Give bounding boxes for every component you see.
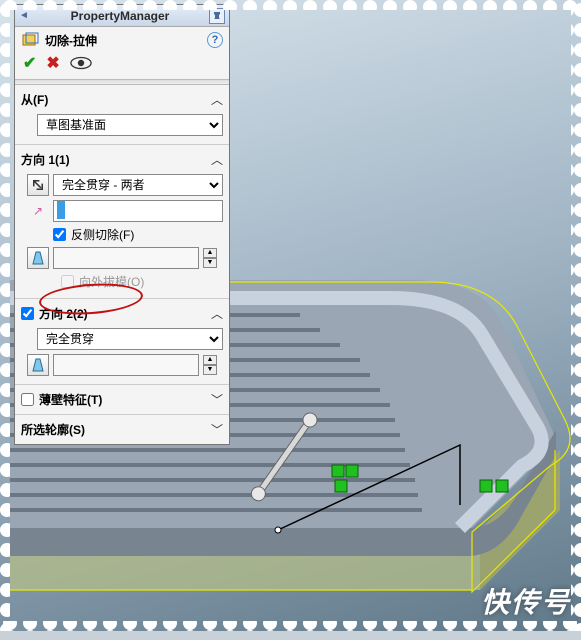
watermark-text: 快传号 (481, 581, 571, 621)
thin-feature-section: 薄壁特征(T) ﹀ (15, 385, 229, 415)
draft-button[interactable] (27, 247, 49, 269)
draft2-spinner[interactable]: ▲▼ (203, 355, 217, 375)
chevron-down-icon: ﹀ (211, 421, 223, 438)
flip-side-checkbox[interactable] (53, 228, 66, 241)
draft2-button[interactable] (27, 354, 49, 376)
cut-extrude-icon (21, 31, 39, 49)
help-icon[interactable]: ? (207, 32, 223, 48)
direction2-enable-checkbox[interactable] (21, 307, 34, 320)
chevron-down-icon: ﹀ (211, 391, 223, 408)
draft-angle-input[interactable] (53, 247, 199, 269)
reverse-direction-button[interactable] (27, 174, 49, 196)
ok-button[interactable]: ✔ (23, 53, 36, 73)
from-start-condition[interactable]: 草图基准面 (37, 114, 223, 136)
direction1-selection-box[interactable] (53, 200, 223, 222)
detailed-preview-icon[interactable] (70, 56, 92, 70)
draft-outward-label: 向外拔模(O) (79, 273, 144, 290)
action-row: ✔ ✖ (15, 51, 229, 79)
direction2-end-condition[interactable]: 完全贯穿 (37, 328, 223, 350)
feature-title-row: 切除-拉伸 ? (15, 27, 229, 51)
selected-contours-section: 所选轮廓(S) ﹀ (15, 415, 229, 444)
pm-title: PropertyManager (31, 9, 209, 23)
flip-side-row: 反侧切除(F) (53, 226, 223, 243)
feature-name: 切除-拉伸 (45, 32, 97, 49)
pm-header: ◄ PropertyManager (15, 5, 229, 27)
pin-icon[interactable] (209, 8, 225, 24)
thin-feature-header[interactable]: 薄壁特征(T) ﹀ (21, 389, 223, 410)
chevron-up-icon: ︿ (211, 305, 223, 322)
direction2-section: 方向 2(2) ︿ 完全贯穿 ▲▼ (15, 299, 229, 385)
property-manager-panel: ◄ PropertyManager 切除-拉伸 ? ✔ ✖ 从(F) ︿ 草图基… (14, 4, 230, 445)
flip-side-label: 反侧切除(F) (71, 226, 134, 243)
chevron-up-icon: ︿ (211, 91, 223, 108)
draft2-angle-input[interactable] (53, 354, 199, 376)
draft-outward-checkbox (61, 275, 74, 288)
from-header[interactable]: 从(F) ︿ (21, 89, 223, 110)
offset-from-icon: ↗ (27, 204, 49, 218)
direction1-section: 方向 1(1) ︿ 完全贯穿 - 两者 ↗ 反侧切除(F) ▲▼ (15, 145, 229, 299)
thin-feature-checkbox[interactable] (21, 393, 34, 406)
direction1-end-condition[interactable]: 完全贯穿 - 两者 (53, 174, 223, 196)
draft-spinner[interactable]: ▲▼ (203, 248, 217, 268)
selected-contours-header[interactable]: 所选轮廓(S) ﹀ (21, 419, 223, 440)
pm-prev-icon[interactable]: ◄ (19, 10, 31, 21)
from-section: 从(F) ︿ 草图基准面 (15, 85, 229, 145)
direction2-header[interactable]: 方向 2(2) ︿ (21, 303, 223, 324)
direction1-header[interactable]: 方向 1(1) ︿ (21, 149, 223, 170)
chevron-up-icon: ︿ (211, 151, 223, 168)
cancel-button[interactable]: ✖ (46, 53, 59, 73)
